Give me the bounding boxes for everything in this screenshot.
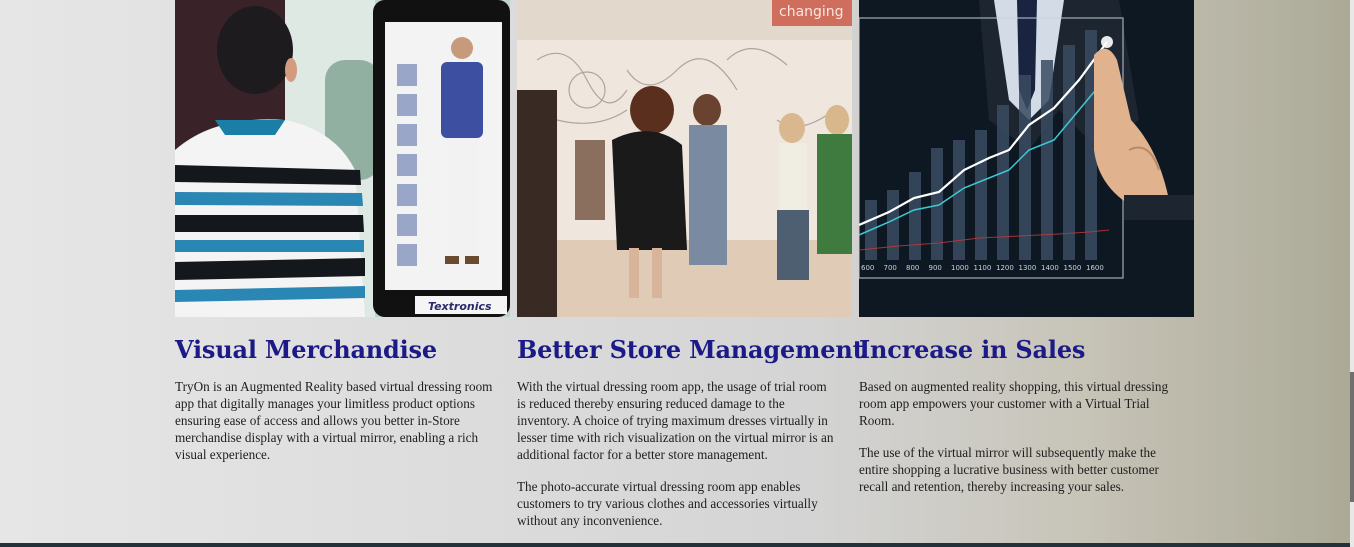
footer-bar xyxy=(0,543,1354,547)
photo-axis-label: 1000 xyxy=(951,264,969,272)
scrollbar-track[interactable] xyxy=(1350,0,1354,547)
feature-title: Better Store Management xyxy=(517,335,864,364)
changing-sign: changing xyxy=(779,4,844,20)
virtual-mirror-image: Textronics xyxy=(175,0,510,317)
photo-axis-label: 1300 xyxy=(1019,264,1037,272)
scrollbar-thumb[interactable] xyxy=(1350,372,1354,502)
feature-increase-in-sales: 600 700 800 900 1000 1100 1200 1300 1400 1500 1600… xyxy=(859,0,1194,494)
paragraph: With the virtual dressing room app, the … xyxy=(517,379,834,462)
feature-better-store-management: changing Better Store Management With th… xyxy=(517,0,864,528)
photo-bar xyxy=(975,130,987,260)
photo-bar xyxy=(1041,60,1053,260)
paragraph: TryOn is an Augmented Reality based virt… xyxy=(175,379,493,462)
paragraph: The use of the virtual mirror will subse… xyxy=(859,445,1159,494)
feature-visual-merchandise: Textronics Visual Merchandise TryOn is a… xyxy=(175,0,510,462)
photo-axis-label: 800 xyxy=(906,264,919,272)
photo-bar xyxy=(1063,45,1075,260)
paragraph: Based on augmented reality shopping, thi… xyxy=(859,379,1169,428)
photo-axis-label: 1200 xyxy=(996,264,1014,272)
feature-title: Increase in Sales xyxy=(859,335,1086,364)
feature-description: TryOn is an Augmented Reality based virt… xyxy=(175,378,493,478)
store-shoppers-image: changing xyxy=(517,0,852,317)
photo-axis-label: 1100 xyxy=(974,264,992,272)
photo-axis-label: 700 xyxy=(884,264,897,272)
feature-title: Visual Merchandise xyxy=(175,335,437,364)
feature-description: With the virtual dressing room app, the … xyxy=(517,378,835,544)
photo-axis-label: 600 xyxy=(861,264,874,272)
photo-axis-label: 1400 xyxy=(1041,264,1059,272)
feature-description: Based on augmented reality shopping, thi… xyxy=(859,378,1177,510)
textronics-logo: Textronics xyxy=(428,300,492,313)
photo-bar xyxy=(909,172,921,260)
photo-bar xyxy=(887,190,899,260)
photo-axis-label: 900 xyxy=(929,264,942,272)
sales-chart-image: 600 700 800 900 1000 1100 1200 1300 1400 1500 1600 xyxy=(859,0,1194,317)
photo-bar xyxy=(1019,75,1031,260)
paragraph: The photo-accurate virtual dressing room… xyxy=(517,479,818,528)
photo-axis-label: 1500 xyxy=(1064,264,1082,272)
photo-axis-label: 1600 xyxy=(1086,264,1104,272)
photo-bar xyxy=(953,140,965,260)
